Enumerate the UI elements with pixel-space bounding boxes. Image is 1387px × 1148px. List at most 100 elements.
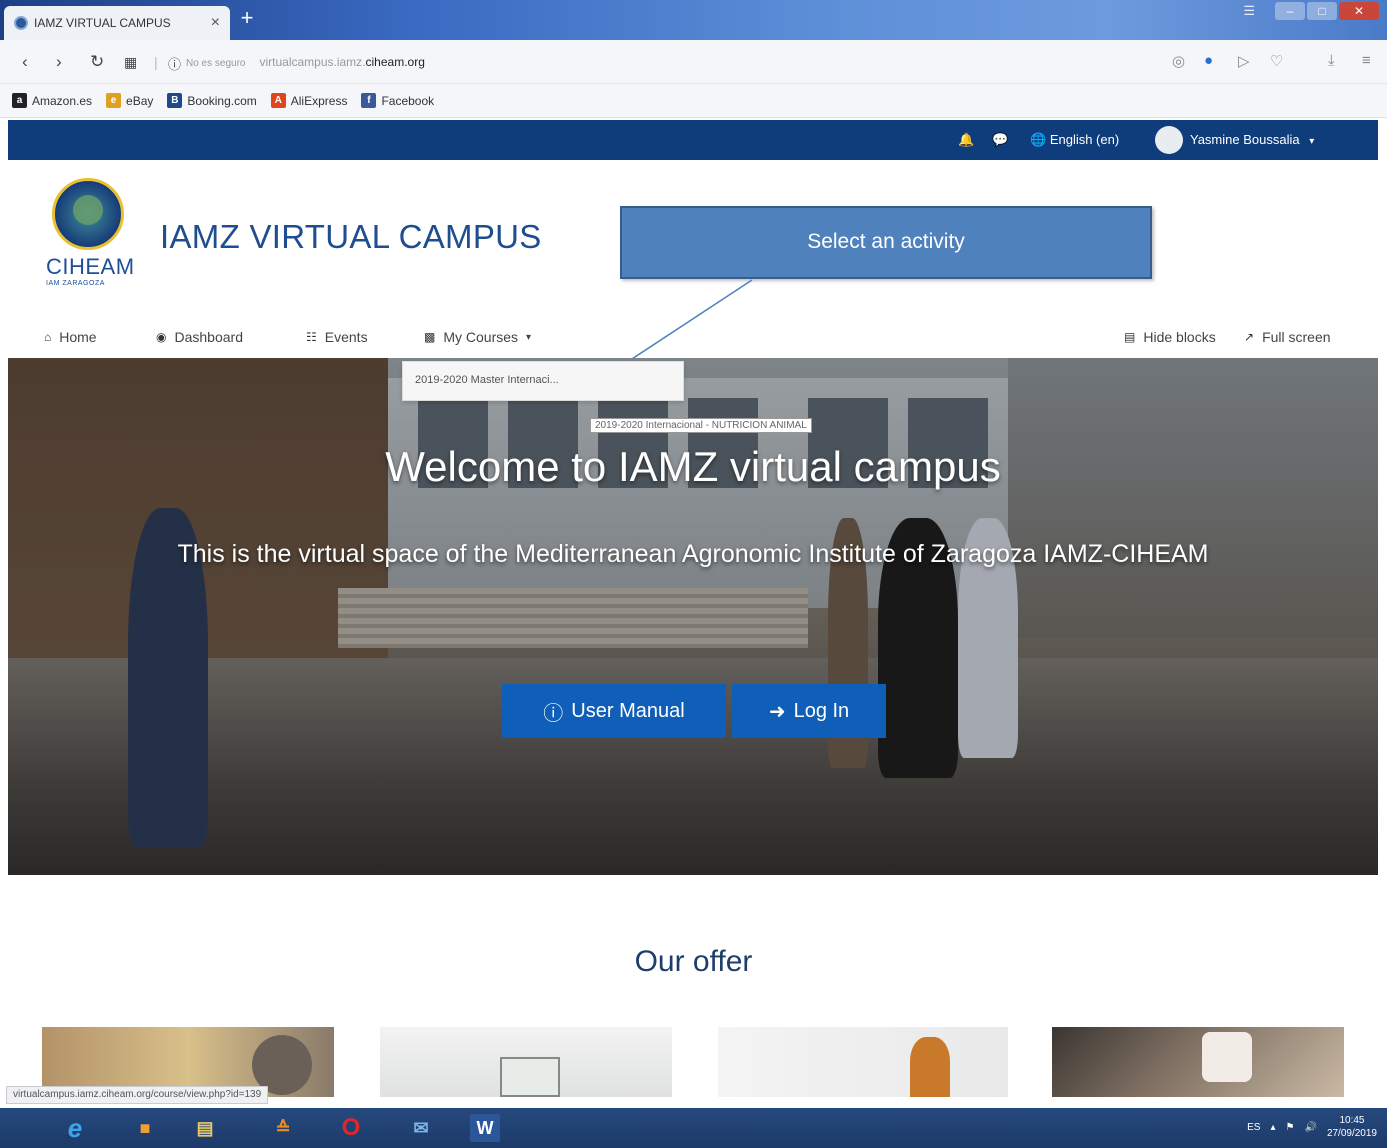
bookmark-label: Facebook [381, 93, 435, 108]
tab-title: IAMZ VIRTUAL CAMPUS [34, 16, 171, 30]
address-bar: ‹ › ↻ ▦ | ⓘ No es seguro virtualcampus.ia… [0, 40, 1387, 84]
new-tab-button[interactable]: + [236, 7, 258, 30]
logo-subtext: IAM ZARAGOZA [46, 280, 105, 287]
offer-card-image[interactable] [380, 1027, 672, 1097]
speed-dial-icon[interactable]: ▦ [124, 54, 137, 71]
facebook-icon: f [361, 93, 377, 108]
course-tooltip: 2019-2020 Internacional - NUTRICION ANIM… [590, 418, 812, 433]
wifi-icon: ☰ [1243, 3, 1255, 18]
flag-icon[interactable]: ⚑ [1286, 1122, 1295, 1133]
separator: | [154, 54, 158, 70]
login-button[interactable]: ➜ Log In [732, 684, 886, 738]
app-icon[interactable]: ≙ [268, 1114, 298, 1142]
bookmark-amazon[interactable]: a Amazon.es [12, 93, 92, 108]
amazon-icon: a [12, 93, 27, 108]
course-link[interactable]: 2019-2020 Master Internaci... [415, 374, 559, 386]
menu-icon[interactable]: ≡ [1362, 52, 1371, 69]
calendar-icon: ☷ [306, 330, 317, 344]
booking-icon: B [167, 93, 183, 108]
full-screen-label: Full screen [1262, 329, 1331, 345]
ebay-icon: e [106, 93, 122, 108]
forward-icon[interactable]: › [56, 52, 62, 72]
briefcase-icon: ▩ [424, 330, 436, 344]
bookmark-facebook[interactable]: f Facebook [361, 93, 434, 108]
url-security: No es seguro [186, 58, 246, 69]
avatar[interactable] [1155, 126, 1183, 154]
bookmark-label: Amazon.es [32, 93, 93, 108]
site-favicon-icon [14, 16, 28, 30]
window-controls: – □ ✕ [1275, 2, 1379, 20]
heart-icon[interactable]: ♡ [1270, 52, 1283, 70]
logo-emblem-icon [52, 178, 124, 250]
clock-time: 10:45 [1339, 1115, 1365, 1126]
tray-expand-icon[interactable]: ▴ [1270, 1122, 1275, 1133]
back-icon[interactable]: ‹ [22, 52, 28, 72]
minimize-button[interactable]: – [1275, 2, 1305, 20]
internet-explorer-icon[interactable]: e [60, 1113, 90, 1143]
close-window-button[interactable]: ✕ [1339, 2, 1379, 20]
user-manual-button[interactable]: ⓘ User Manual [502, 684, 726, 738]
offer-card-image[interactable] [1052, 1027, 1344, 1097]
reload-icon[interactable]: ↻ [90, 52, 104, 72]
clock-date: 27/09/2019 [1326, 1128, 1377, 1139]
user-name: Yasmine Boussalia [1190, 132, 1300, 147]
maximize-button[interactable]: □ [1307, 2, 1337, 20]
info-icon: ⓘ [543, 702, 564, 725]
download-icon[interactable]: ⤓ [1328, 52, 1335, 69]
annotation-callout: Select an activity [620, 206, 1152, 279]
user-manual-label: User Manual [571, 699, 685, 722]
opera-icon[interactable]: O [336, 1114, 366, 1142]
play-icon[interactable]: ▷ [1238, 52, 1250, 70]
file-explorer-icon[interactable]: ▤ [190, 1114, 220, 1142]
bookmark-label: Booking.com [187, 93, 257, 108]
language-menu[interactable]: 🌐 English (en) [1030, 132, 1119, 148]
full-screen-button[interactable]: ↗ Full screen [1244, 329, 1331, 345]
my-courses-dropdown-item[interactable]: 2019-2020 Master Internaci... [402, 361, 684, 401]
volume-icon[interactable]: 🔊 [1304, 1122, 1316, 1133]
site-title[interactable]: IAMZ VIRTUAL CAMPUS [160, 218, 542, 256]
media-player-icon[interactable]: ■ [130, 1114, 160, 1142]
aliexpress-icon: A [270, 93, 286, 108]
hero-banner: Welcome to IAMZ virtual campus This is t… [8, 358, 1378, 875]
status-bar-url: virtualcampus.iamz.ciheam.org/course/vie… [6, 1086, 269, 1104]
login-label: Log In [793, 699, 850, 722]
blocks-icon: ▤ [1124, 330, 1136, 344]
chevron-down-icon: ▾ [1309, 136, 1315, 147]
chevron-down-icon: ▾ [526, 331, 532, 343]
offer-card-image[interactable] [718, 1027, 1008, 1097]
nav-my-courses[interactable]: ▩ My Courses ▾ [424, 329, 531, 345]
offer-section-title: Our offer [634, 945, 753, 978]
browser-tab-strip: IAMZ VIRTUAL CAMPUS × + ☰ – □ ✕ [0, 0, 1387, 40]
dashboard-icon: ◉ [156, 330, 167, 344]
messages-icon[interactable]: 💬 [992, 132, 1008, 148]
clock[interactable]: 10:45 27/09/2019 [1327, 1114, 1377, 1140]
nav-home[interactable]: ⌂ Home [44, 329, 97, 345]
url-domain: ciheam.org [365, 55, 425, 69]
main-navigation: ⌂ Home ◉ Dashboard ☷ Events ▩ My Courses… [0, 318, 1387, 358]
tab-close-icon[interactable]: × [211, 14, 220, 32]
system-tray: ES ▴ ⚑ 🔊 10:45 27/09/2019 [1247, 1114, 1377, 1140]
url-prefix: virtualcampus.iamz. [259, 55, 366, 69]
info-icon[interactable]: ⓘ [168, 54, 181, 73]
windows-taskbar: e ■ ▤ ≙ O ✉ W ES ▴ ⚑ 🔊 10:45 27/09/2019 [0, 1108, 1387, 1148]
bookmark-label: AliExpress [290, 93, 348, 108]
bookmark-ebay[interactable]: e eBay [106, 93, 153, 108]
url-field[interactable]: No es seguro virtualcampus.iamz.ciheam.or… [186, 55, 425, 69]
shield-icon[interactable]: ● [1204, 52, 1213, 69]
notifications-bell-icon[interactable]: 🔔 [958, 132, 974, 148]
camera-icon[interactable]: ◎ [1172, 52, 1185, 70]
user-menu[interactable]: Yasmine Boussalia ▾ [1190, 132, 1314, 147]
logo-text: CIHEAM [46, 254, 135, 279]
nav-events[interactable]: ☷ Events [306, 329, 368, 345]
mail-icon[interactable]: ✉ [406, 1114, 436, 1142]
language-indicator[interactable]: ES [1247, 1122, 1260, 1133]
ciheam-logo[interactable]: CIHEAM IAM ZARAGOZA [46, 178, 146, 303]
bookmark-booking[interactable]: B Booking.com [167, 93, 257, 108]
bookmark-label: eBay [126, 93, 154, 108]
hide-blocks-button[interactable]: ▤ Hide blocks [1124, 329, 1216, 345]
nav-dashboard[interactable]: ◉ Dashboard [156, 329, 243, 345]
word-icon[interactable]: W [470, 1114, 500, 1142]
home-icon: ⌂ [44, 330, 52, 344]
browser-tab[interactable]: IAMZ VIRTUAL CAMPUS × [4, 6, 230, 40]
bookmark-aliexpress[interactable]: A AliExpress [270, 93, 348, 108]
